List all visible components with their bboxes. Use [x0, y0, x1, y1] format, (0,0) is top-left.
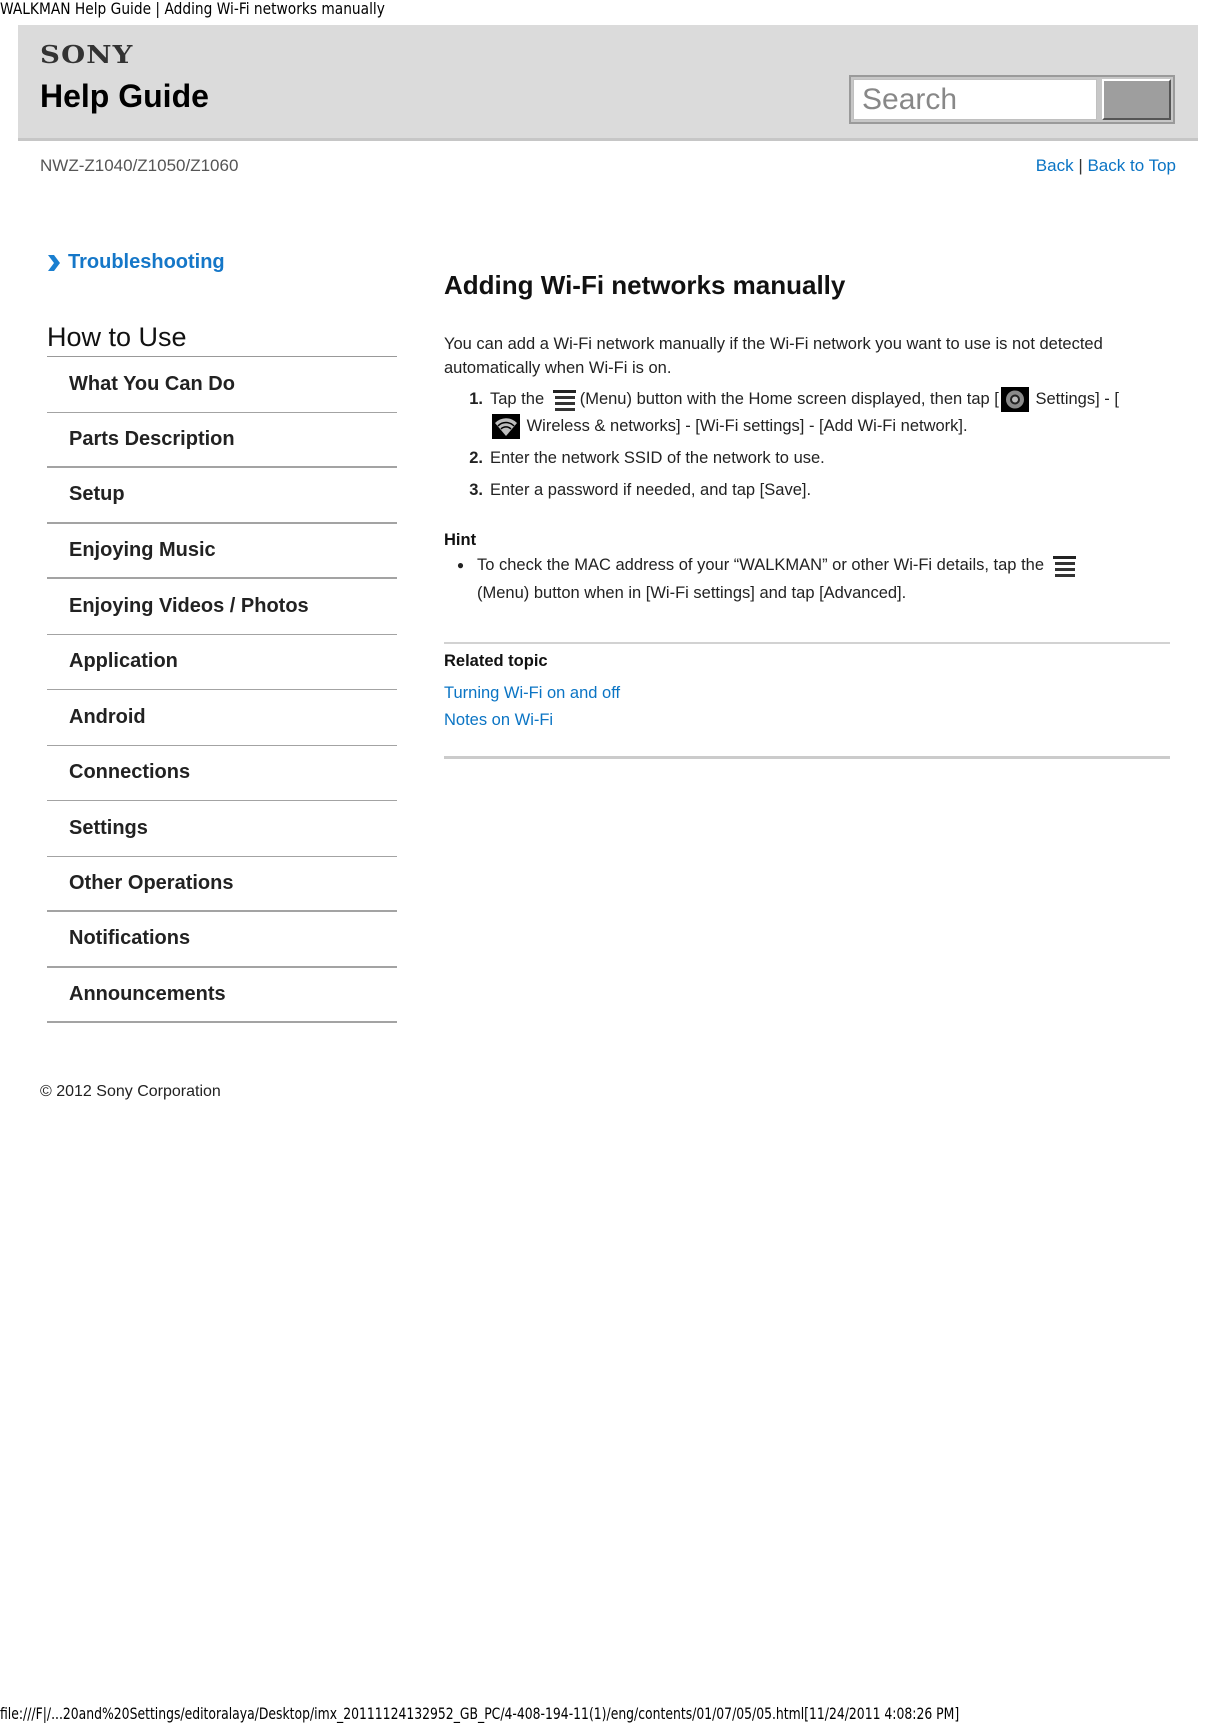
sidebar-item-label: Enjoying Videos / Photos	[69, 594, 309, 617]
page-title: Adding Wi-Fi networks manually	[444, 270, 846, 300]
model-number: NWZ-Z1040/Z1050/Z1060	[40, 156, 239, 175]
divider	[444, 642, 1170, 644]
menu-icon	[1052, 555, 1076, 577]
sidebar-item-label: Announcements	[69, 982, 226, 1005]
sidebar-item-enjoying-videos-photos[interactable]: Enjoying Videos / Photos	[47, 579, 397, 635]
step-number: 3.	[469, 481, 483, 499]
search-button[interactable]	[1102, 79, 1171, 120]
related-topic-links: Turning Wi-Fi on and off Notes on Wi-Fi	[444, 680, 620, 734]
sidebar-item-label: Setup	[69, 483, 125, 506]
sidebar-item-application[interactable]: Application	[47, 635, 397, 690]
step-item: 1. Tap the (Menu) button with the Home s…	[444, 386, 1164, 440]
intro-paragraph: You can add a Wi-Fi network manually if …	[444, 335, 1103, 377]
hint-text-part: (Menu) button when in [Wi-Fi settings] a…	[477, 584, 907, 602]
sidebar-nav: What You Can Do Parts Description Setup …	[47, 356, 397, 1023]
sidebar-item-parts-description[interactable]: Parts Description	[47, 413, 397, 468]
sidebar-item-other-operations[interactable]: Other Operations	[47, 857, 397, 912]
wifi-icon	[492, 414, 520, 440]
step-text: Enter a password if needed, and tap [Sav…	[490, 481, 812, 499]
step-item: 3. Enter a password if needed, and tap […	[444, 477, 1164, 504]
step-text-part: Settings] - [	[1035, 390, 1119, 408]
sidebar-item-label: Enjoying Music	[69, 538, 216, 561]
sidebar-item-enjoying-music[interactable]: Enjoying Music	[47, 524, 397, 579]
step-item: 2. Enter the network SSID of the network…	[444, 445, 1164, 472]
step-text: Tap the (Menu) button with the Home scre…	[490, 386, 1119, 440]
top-nav-links: Back | Back to Top	[1036, 156, 1176, 176]
steps-list: 1. Tap the (Menu) button with the Home s…	[444, 386, 1164, 509]
back-to-top-link[interactable]: Back to Top	[1087, 156, 1176, 175]
sidebar-item-label: Application	[69, 650, 178, 673]
sidebar-section-title: How to Use	[47, 322, 187, 352]
sidebar-item-label: Settings	[69, 816, 148, 839]
sidebar-item-notifications[interactable]: Notifications	[47, 912, 397, 968]
step-number: 1.	[469, 390, 483, 408]
sony-logo: SONY	[40, 40, 134, 69]
related-link-turning-wifi[interactable]: Turning Wi-Fi on and off	[444, 680, 620, 707]
sidebar-item-announcements[interactable]: Announcements	[47, 968, 397, 1023]
search-input[interactable]	[853, 79, 1097, 120]
troubleshooting-label: Troubleshooting	[68, 251, 225, 273]
copyright: © 2012 Sony Corporation	[40, 1083, 221, 1100]
step-number: 2.	[469, 449, 483, 467]
sidebar-item-setup[interactable]: Setup	[47, 468, 397, 524]
step-text-part: (Menu) button with the Home screen displ…	[579, 390, 999, 408]
back-link[interactable]: Back	[1036, 156, 1074, 175]
sidebar-item-label: What You Can Do	[69, 372, 235, 395]
hint-list: ● To check the MAC address of your “WALK…	[444, 551, 1164, 607]
link-separator: |	[1078, 156, 1083, 175]
related-topic-heading: Related topic	[444, 652, 548, 670]
sidebar-troubleshooting-link[interactable]: Troubleshooting	[47, 251, 225, 274]
sidebar-item-label: Connections	[69, 761, 191, 784]
bullet-icon: ●	[456, 558, 465, 572]
sidebar-item-settings[interactable]: Settings	[47, 801, 397, 857]
sidebar-item-label: Notifications	[69, 927, 191, 950]
print-file-path: file:///F|/...20and%20Settings/editorala…	[0, 1704, 960, 1723]
step-text-part: Wireless & networks] - [Wi-Fi settings] …	[526, 417, 968, 435]
menu-icon	[552, 389, 576, 411]
sidebar-item-connections[interactable]: Connections	[47, 746, 397, 801]
sidebar-item-label: Other Operations	[69, 871, 234, 894]
site-title: Help Guide	[40, 78, 209, 114]
sidebar-item-android[interactable]: Android	[47, 690, 397, 746]
hint-item: ● To check the MAC address of your “WALK…	[444, 551, 1164, 607]
divider	[444, 756, 1170, 759]
step-text-part: Tap the	[490, 390, 545, 408]
step-text: Enter the network SSID of the network to…	[490, 449, 825, 467]
sidebar-item-label: Android	[69, 705, 146, 728]
related-link-notes-on-wifi[interactable]: Notes on Wi-Fi	[444, 707, 620, 734]
sidebar-item-what-you-can-do[interactable]: What You Can Do	[47, 357, 397, 413]
chevron-right-icon	[48, 254, 60, 271]
hint-text-part: To check the MAC address of your “WALKMA…	[477, 556, 1045, 574]
sidebar-item-label: Parts Description	[69, 427, 235, 450]
search-form	[849, 75, 1175, 124]
hint-text: To check the MAC address of your “WALKMA…	[477, 551, 1080, 607]
hint-heading: Hint	[444, 531, 477, 549]
settings-icon	[1000, 387, 1029, 413]
print-page-title: WALKMAN Help Guide | Adding Wi-Fi networ…	[0, 0, 385, 18]
